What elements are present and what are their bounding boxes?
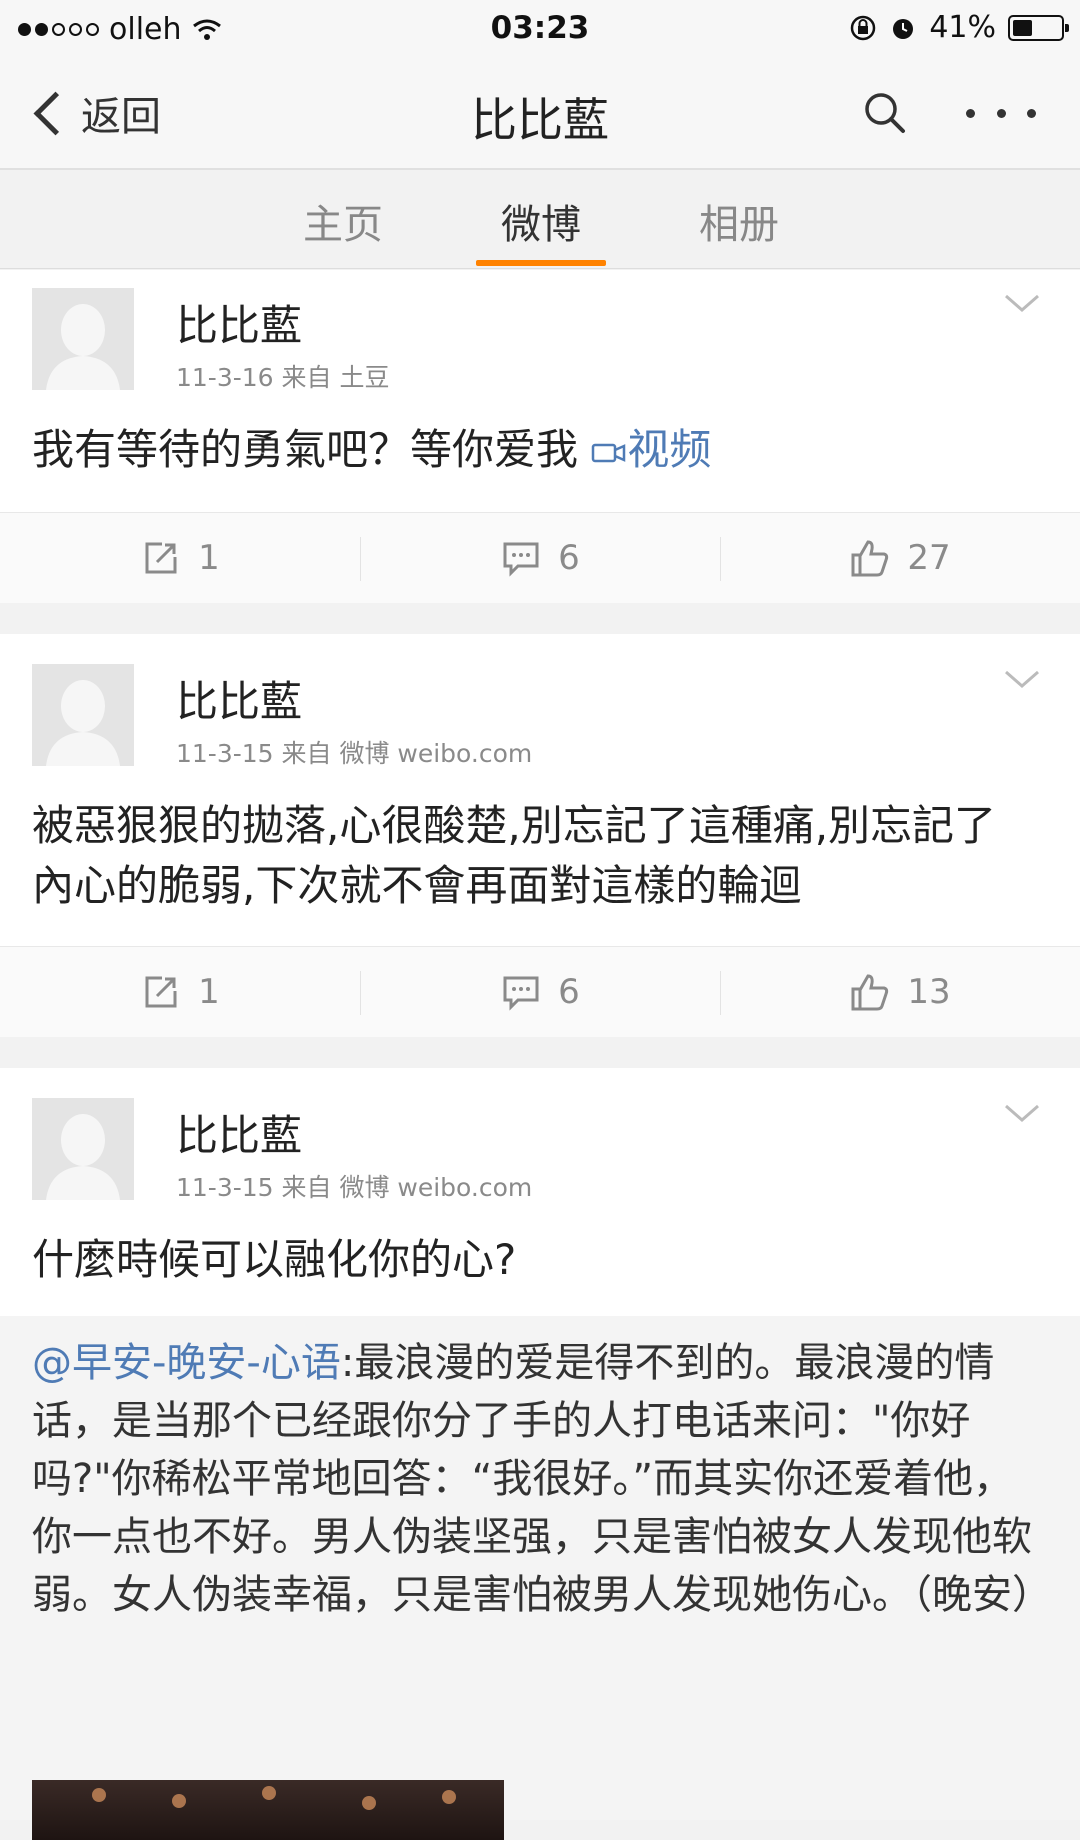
post-text: 被惡狠狠的拋落,心很酸楚,別忘記了這種痛,別忘記了內心的脆弱,下次就不會再面對這… [32, 801, 997, 910]
default-avatar-icon [32, 664, 134, 766]
search-icon[interactable] [862, 90, 906, 134]
avatar[interactable] [32, 288, 134, 390]
battery-percent: 41% [929, 10, 996, 45]
repost-count: 1 [198, 538, 220, 578]
feed-post[interactable]: 比比藍 11-3-16 来自 土豆 我有等待的勇氣吧？等你爱我 视频 1 6 2… [0, 270, 1080, 603]
battery-icon [1008, 14, 1069, 41]
avatar[interactable] [32, 1098, 134, 1200]
post-author[interactable]: 比比藍 [176, 668, 302, 729]
post-meta: 11-3-16 来自 土豆 [176, 363, 390, 392]
post-author[interactable]: 比比藍 [176, 292, 302, 353]
post-meta: 11-3-15 来自 微博 weibo.com [176, 739, 533, 768]
alarm-icon [893, 18, 914, 39]
like-count: 13 [907, 972, 951, 1012]
comment-count: 6 [558, 972, 580, 1012]
comment-button[interactable]: 6 [360, 947, 720, 1037]
chevron-down-icon[interactable] [1002, 668, 1042, 692]
repost-text: @早安-晚安-心语:最浪漫的爱是得不到的。最浪漫的情话，是当那个已经跟你分了手的… [32, 1334, 1052, 1624]
feed-post[interactable]: 比比藍 11-3-15 来自 微博 weibo.com 被惡狠狠的拋落,心很酸楚… [0, 634, 1080, 1037]
post-text: 什麼時候可以融化你的心? [32, 1235, 517, 1284]
active-tab-indicator [476, 260, 606, 266]
rotation-lock-icon [851, 15, 876, 40]
post-text-body: 我有等待的勇氣吧？等你爱我 [32, 425, 579, 474]
chevron-down-icon[interactable] [1002, 1102, 1042, 1126]
repost-image[interactable] [32, 1780, 504, 1840]
thumbs-up-icon [851, 540, 889, 577]
page-title: 比比藍 [471, 93, 609, 147]
nav-bar: 返回 比比藍 [0, 58, 1080, 170]
tab-album[interactable]: 相册 [669, 192, 809, 250]
feed-post[interactable]: 比比藍 11-3-15 来自 微博 weibo.com 什麼時候可以融化你的心?… [0, 1068, 1080, 1840]
more-icon[interactable] [966, 88, 1036, 138]
chevron-down-icon[interactable] [1002, 292, 1042, 316]
video-link[interactable]: 视频 [591, 425, 711, 474]
repost-button[interactable]: 1 [0, 513, 360, 603]
repost-count: 1 [198, 972, 220, 1012]
comment-icon [503, 542, 539, 577]
thumbs-up-icon [851, 974, 889, 1011]
tab-home[interactable]: 主页 [273, 192, 413, 250]
repost-icon [145, 542, 177, 574]
default-avatar-icon [32, 1098, 134, 1200]
repost-button[interactable]: 1 [0, 947, 360, 1037]
like-count: 27 [907, 538, 951, 578]
like-button[interactable]: 27 [720, 513, 1080, 603]
mention-link[interactable]: @早安-晚安-心语 [32, 1340, 341, 1386]
default-avatar-icon [32, 288, 134, 390]
repost-icon [145, 976, 177, 1008]
post-text: 我有等待的勇氣吧？等你爱我 视频 [32, 420, 1020, 480]
like-button[interactable]: 13 [720, 947, 1080, 1037]
comment-count: 6 [558, 538, 580, 578]
post-actions: 1 6 13 [0, 946, 1080, 1037]
video-icon [592, 443, 626, 463]
profile-tabs: 主页 微博 相册 [0, 170, 1080, 269]
video-link-label: 视频 [627, 425, 712, 474]
avatar[interactable] [32, 664, 134, 766]
reposted-weibo[interactable]: @早安-晚安-心语:最浪漫的爱是得不到的。最浪漫的情话，是当那个已经跟你分了手的… [0, 1316, 1080, 1840]
tab-weibo[interactable]: 微博 [471, 192, 611, 250]
post-author[interactable]: 比比藍 [176, 1102, 302, 1163]
comment-button[interactable]: 6 [360, 513, 720, 603]
status-bar: olleh 03:23 41% [0, 0, 1080, 58]
post-meta: 11-3-15 来自 微博 weibo.com [176, 1173, 533, 1202]
comment-icon [503, 976, 539, 1011]
post-actions: 1 6 27 [0, 512, 1080, 603]
status-right: 41% [849, 10, 1069, 45]
